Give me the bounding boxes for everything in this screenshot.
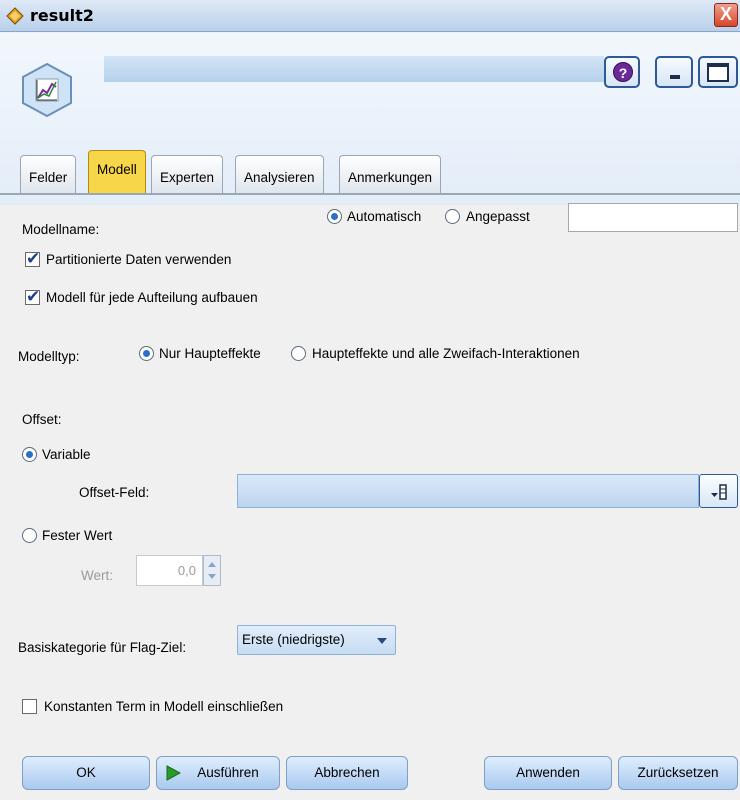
node-name-strip [104,56,604,82]
offset-label: Offset: [22,412,62,427]
partitioned-label: Partitionierte Daten verwenden [46,252,232,267]
fester-wert-label: Fester Wert [42,528,113,543]
zweifach-interaktionen-label: Haupteffekte und alle Zweifach-Interakti… [312,346,580,361]
wert-label: Wert: [81,568,114,583]
radio-automatisch[interactable] [327,209,342,224]
ok-button[interactable]: OK [22,756,150,790]
play-icon [166,765,181,781]
minimize-button[interactable] [655,56,693,88]
window-title: result2 [30,6,94,25]
close-button[interactable]: X [714,3,738,27]
radio-fester-wert[interactable] [22,528,37,543]
field-list-icon [711,484,727,500]
tab-divider [0,193,740,195]
title-bar [0,0,740,32]
node-diamond-icon [6,7,24,25]
variable-label: Variable [42,447,91,462]
modellname-label: Modellname: [22,222,100,237]
wert-input[interactable]: 0,0 [136,555,203,586]
angepasst-label: Angepasst [466,209,530,224]
tab-felder[interactable]: Felder [20,155,77,193]
minimize-icon [670,75,680,79]
split-checkbox[interactable] [25,287,40,307]
basiskategorie-label: Basiskategorie für Flag-Ziel: [18,640,187,655]
automatisch-label: Automatisch [347,209,422,224]
modelltyp-label: Modelltyp: [18,349,80,364]
radio-zweifach-interaktionen[interactable] [291,346,306,361]
help-icon: ? [613,62,633,82]
tab-analysieren[interactable]: Analysieren [235,155,324,193]
offset-feld-label: Offset-Feld: [79,485,150,500]
radio-angepasst[interactable] [445,209,460,224]
wert-spinner[interactable] [203,555,221,586]
maximize-icon [707,63,729,82]
maximize-button[interactable] [698,56,738,88]
cancel-button[interactable]: Abbrechen [286,756,408,790]
tab-modell[interactable]: Modell [88,150,146,194]
help-button[interactable]: ? [604,56,640,88]
field-picker-button[interactable] [699,474,738,508]
run-button[interactable]: Ausführen [156,756,280,790]
tab-experten[interactable]: Experten [151,155,224,193]
model-nugget-icon [22,62,72,118]
spinner-arrows-icon [208,562,216,579]
chevron-down-icon [377,638,387,644]
basiskategorie-select[interactable]: Erste (niedrigste) [237,625,396,655]
basiskategorie-value: Erste (niedrigste) [242,632,345,647]
constant-term-label: Konstanten Term in Modell einschließen [44,699,284,714]
tab-anmerkungen[interactable]: Anmerkungen [339,155,442,193]
radio-nur-haupteffekte[interactable] [139,346,154,361]
constant-term-checkbox[interactable] [22,699,37,714]
nur-haupteffekte-label: Nur Haupteffekte [159,346,261,361]
split-label: Modell für jede Aufteilung aufbauen [46,290,258,305]
run-label: Ausführen [197,765,259,780]
reset-button[interactable]: Zurücksetzen [618,756,738,790]
apply-button[interactable]: Anwenden [484,756,612,790]
offset-feld-input[interactable] [237,474,699,508]
partitioned-checkbox[interactable] [25,249,40,269]
modellname-input[interactable] [568,203,738,232]
radio-variable[interactable] [22,447,37,462]
